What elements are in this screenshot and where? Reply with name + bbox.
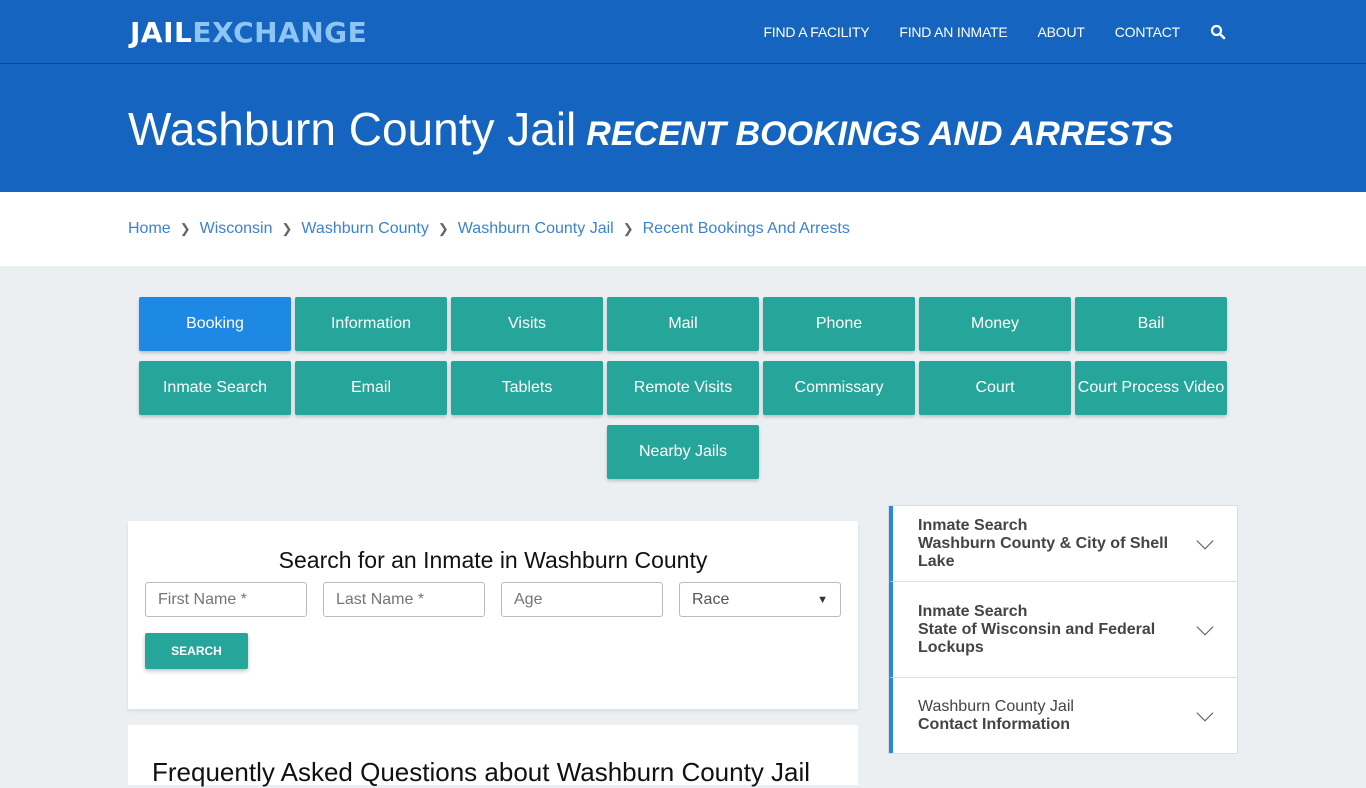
tile-nearby-jails[interactable]: Nearby Jails (607, 425, 759, 479)
breadcrumb-current[interactable]: Recent Bookings And Arrests (643, 220, 850, 238)
search-title: Search for an Inmate in Washburn County (278, 547, 708, 573)
tile-visits[interactable]: Visits (451, 297, 603, 351)
first-name-input[interactable] (145, 582, 307, 617)
tile-money[interactable]: Money (919, 297, 1071, 351)
chevron-down-icon (1196, 532, 1214, 549)
inmate-search-card: Search for an Inmate in Washburn County … (128, 521, 858, 709)
accordion-contact-info[interactable]: Washburn County Jail Contact Information (889, 678, 1237, 753)
race-select-value: Race (692, 590, 730, 608)
tile-remote-visits[interactable]: Remote Visits (607, 361, 759, 415)
tile-email[interactable]: Email (295, 361, 447, 415)
tile-booking[interactable]: Booking (139, 297, 291, 351)
nav-find-inmate[interactable]: FIND AN INMATE (899, 24, 1007, 40)
tile-court-process-video[interactable]: Court Process Video (1075, 361, 1227, 415)
tile-bail[interactable]: Bail (1075, 297, 1227, 351)
tile-tablets[interactable]: Tablets (451, 361, 603, 415)
breadcrumb-jail[interactable]: Washburn County Jail (458, 220, 614, 238)
tile-mail[interactable]: Mail (607, 297, 759, 351)
faq-title: Frequently Asked Questions about Washbur… (152, 757, 811, 787)
accordion-county-search[interactable]: Inmate Search Washburn County & City of … (889, 506, 1237, 582)
logo-exchange: EXCHANGE (192, 16, 368, 49)
chevron-right-icon: ❯ (437, 221, 449, 236)
tile-commissary[interactable]: Commissary (763, 361, 915, 415)
search-icon[interactable] (1210, 24, 1226, 40)
breadcrumb-county[interactable]: Washburn County (301, 220, 428, 238)
breadcrumb-state[interactable]: Wisconsin (200, 220, 273, 238)
logo-jail: JAIL (130, 16, 193, 49)
tile-inmate-search[interactable]: Inmate Search (139, 361, 291, 415)
nav-find-facility[interactable]: FIND A FACILITY (763, 24, 869, 40)
breadcrumb: Home ❯ Wisconsin ❯ Washburn County ❯ Washbu… (0, 192, 1366, 266)
chevron-right-icon: ❯ (281, 221, 293, 236)
accordion-line1: Washburn County Jail (918, 697, 1074, 715)
accordion-line2: Contact Information (918, 715, 1070, 733)
race-select[interactable]: Race ▼ (679, 582, 841, 617)
page-title: Washburn County Jail RECENT BOOKINGS AND … (128, 102, 1173, 156)
accordion-line1: Inmate Search (918, 516, 1028, 534)
accordion-state-search[interactable]: Inmate Search State of Wisconsin and Fed… (889, 582, 1237, 678)
chevron-down-icon: ▼ (817, 593, 828, 606)
nav-contact[interactable]: CONTACT (1115, 24, 1180, 40)
age-input[interactable] (501, 582, 663, 617)
tile-phone[interactable]: Phone (763, 297, 915, 351)
breadcrumb-home[interactable]: Home (128, 220, 171, 238)
tile-information[interactable]: Information (295, 297, 447, 351)
chevron-right-icon: ❯ (179, 221, 191, 236)
chevron-down-icon (1196, 704, 1214, 721)
sidebar-accordion: Inmate Search Washburn County & City of … (888, 505, 1238, 754)
main-nav: FIND A FACILITY FIND AN INMATE ABOUT CON… (733, 0, 1226, 64)
last-name-input[interactable] (323, 582, 485, 617)
accordion-line1: Inmate Search (918, 602, 1028, 620)
accordion-line2: Washburn County & City of Shell Lake (918, 534, 1169, 570)
page-subtitle: RECENT BOOKINGS AND ARRESTS (586, 115, 1174, 153)
top-navbar: JAILEXCHANGE FIND A FACILITY FIND AN INM… (0, 0, 1366, 64)
chevron-right-icon: ❯ (622, 221, 634, 236)
site-logo[interactable]: JAILEXCHANGE (130, 16, 367, 49)
search-button[interactable]: SEARCH (145, 633, 248, 669)
tile-court[interactable]: Court (919, 361, 1071, 415)
nav-about[interactable]: ABOUT (1038, 24, 1085, 40)
accordion-line2: State of Wisconsin and Federal Lockups (918, 620, 1156, 656)
page-title-text: Washburn County Jail (128, 103, 577, 155)
faq-card: Frequently Asked Questions about Washbur… (128, 725, 858, 787)
chevron-down-icon (1196, 618, 1214, 635)
page-hero: Washburn County Jail RECENT BOOKINGS AND … (0, 64, 1366, 192)
